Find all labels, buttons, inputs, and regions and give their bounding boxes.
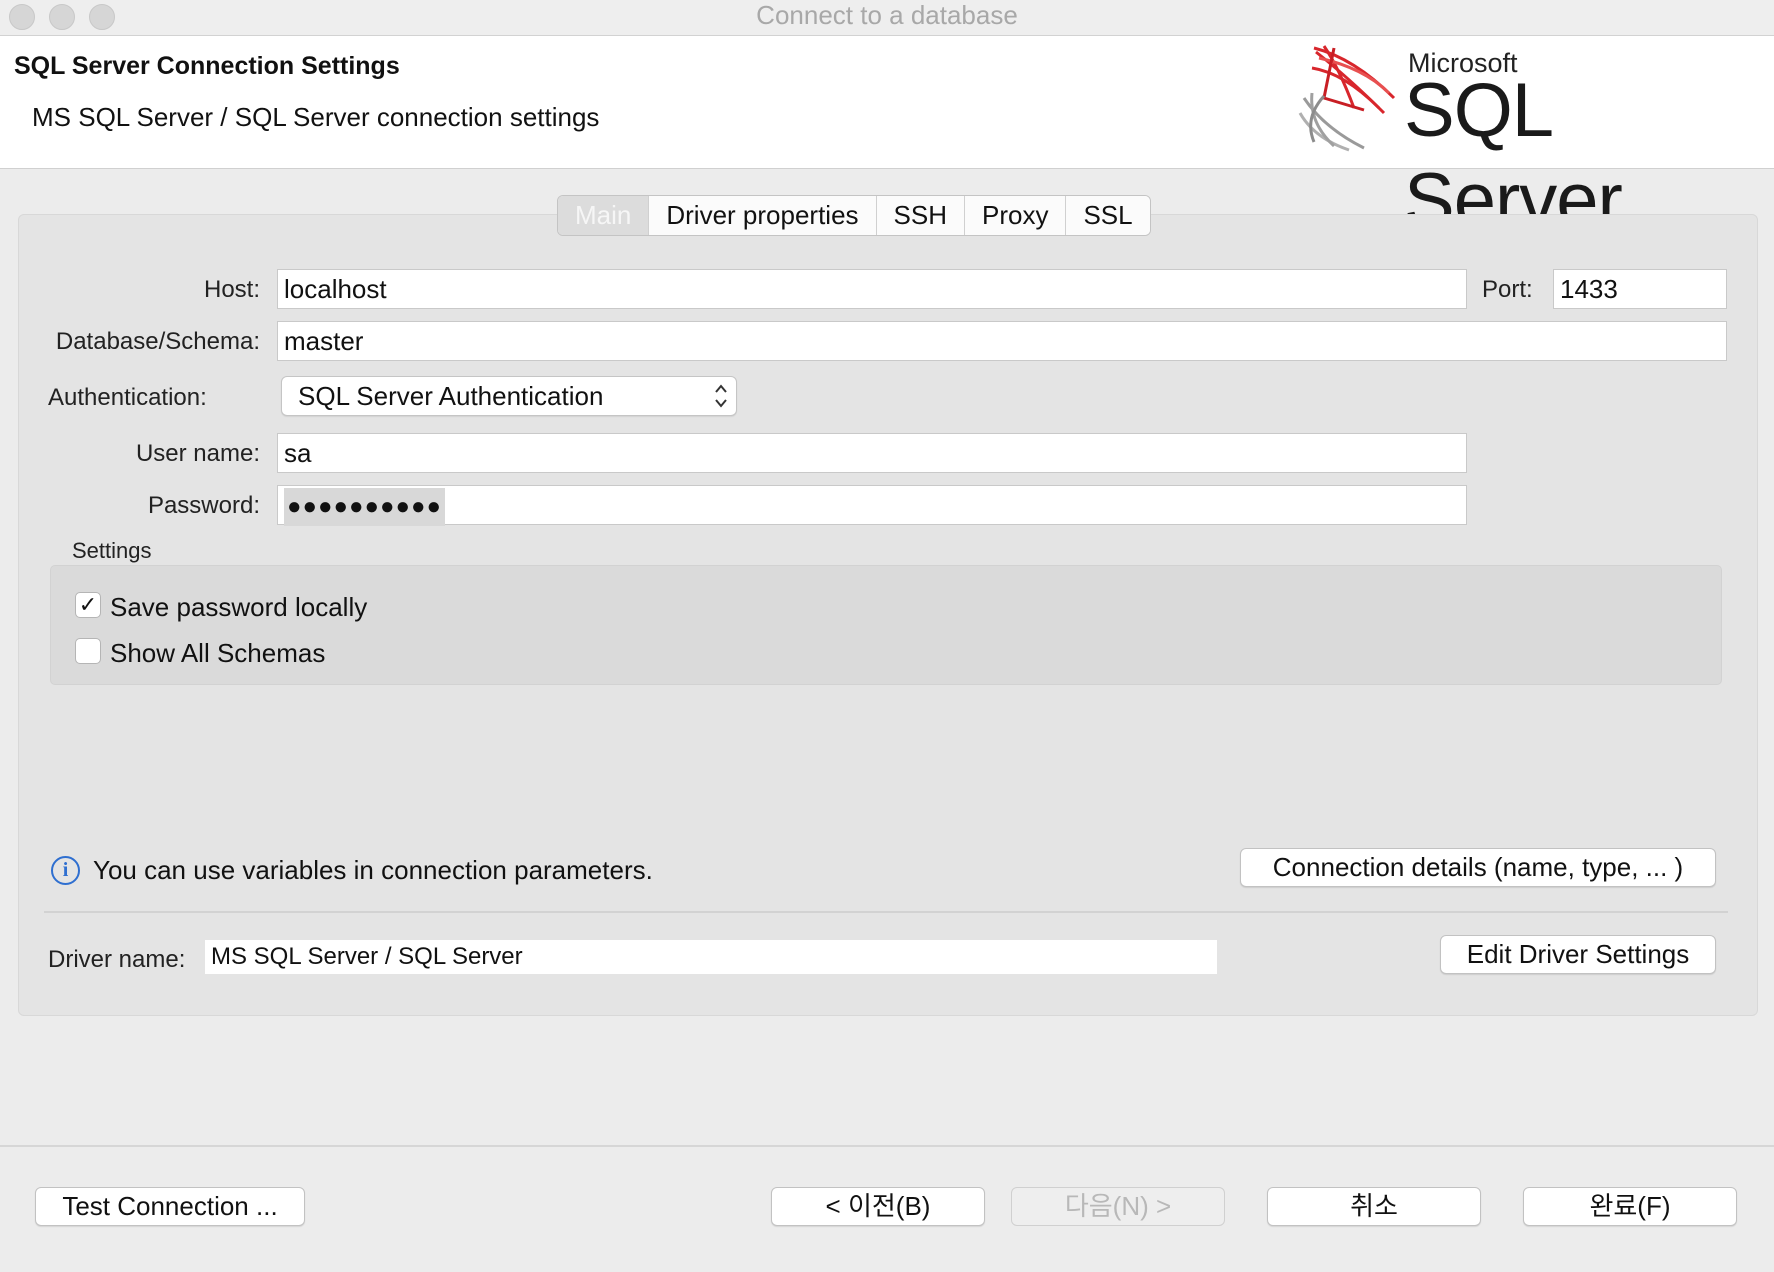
host-label: Host:	[203, 276, 260, 303]
divider	[44, 911, 1728, 913]
title-bar: Connect to a database	[0, 0, 1774, 36]
save-password-checkbox[interactable]: ✓	[75, 592, 101, 618]
up-down-chevron-icon	[715, 384, 727, 408]
connection-details-button[interactable]: Connection details (name, type, ... )	[1240, 848, 1716, 887]
tab-ssh[interactable]: SSH	[876, 196, 965, 235]
sql-server-logo-icon	[1298, 45, 1396, 152]
back-button[interactable]: < 이전(B)	[771, 1187, 985, 1226]
tab-driver-properties[interactable]: Driver properties	[649, 196, 877, 235]
authentication-label: Authentication:	[48, 384, 207, 411]
driver-name-field: MS SQL Server / SQL Server	[205, 940, 1217, 974]
tab-main[interactable]: Main	[558, 196, 650, 235]
driver-name-label: Driver name:	[48, 946, 186, 973]
save-password-label[interactable]: Save password locally	[110, 592, 367, 623]
show-all-schemas-label[interactable]: Show All Schemas	[110, 638, 325, 669]
wizard-header: SQL Server Connection Settings MS SQL Se…	[0, 36, 1774, 243]
tab-bar: Main Driver properties SSH Proxy SSL	[557, 195, 1151, 236]
database-input[interactable]: master	[277, 321, 1727, 361]
test-connection-button[interactable]: Test Connection ...	[35, 1187, 305, 1226]
variables-info-text: You can use variables in connection para…	[93, 855, 653, 885]
tab-proxy[interactable]: Proxy	[965, 196, 1067, 235]
authentication-select[interactable]: SQL Server Authentication	[281, 376, 737, 416]
edit-driver-settings-button[interactable]: Edit Driver Settings	[1440, 935, 1716, 974]
page-subtitle: MS SQL Server / SQL Server connection se…	[32, 102, 600, 132]
tab-ssl[interactable]: SSL	[1066, 196, 1150, 235]
port-input[interactable]: 1433	[1553, 269, 1727, 309]
cancel-button[interactable]: 취소	[1267, 1187, 1481, 1226]
info-icon: i	[51, 856, 80, 885]
port-label: Port:	[1482, 276, 1533, 303]
window-title: Connect to a database	[756, 0, 1018, 30]
password-input[interactable]: ●●●●●●●●●●	[277, 485, 1467, 526]
show-all-schemas-checkbox[interactable]	[75, 638, 101, 664]
database-label: Database/Schema:	[55, 328, 260, 355]
settings-group-title: Settings	[72, 538, 152, 563]
next-button[interactable]: 다음(N) >	[1011, 1187, 1225, 1226]
checkmark-icon: ✓	[78, 592, 98, 617]
page-title: SQL Server Connection Settings	[14, 52, 400, 80]
finish-button[interactable]: 완료(F)	[1523, 1187, 1737, 1226]
host-input[interactable]: localhost	[277, 269, 1467, 309]
authentication-select-value: SQL Server Authentication	[298, 381, 604, 411]
password-label: Password:	[147, 492, 260, 519]
password-mask: ●●●●●●●●●●	[284, 488, 445, 526]
username-label: User name:	[135, 440, 260, 467]
sql-server-logo: Microsoft SQL Server	[1290, 38, 1760, 243]
footer-divider	[0, 1145, 1774, 1147]
username-input[interactable]: sa	[277, 433, 1467, 473]
